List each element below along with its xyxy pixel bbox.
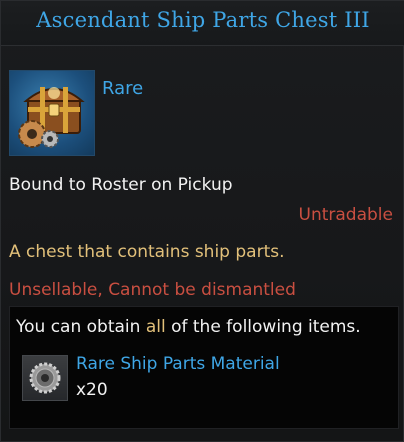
contents-intro-after: of the following items. [165,317,361,337]
reward-item-quantity: x20 [76,380,108,400]
restriction-separator: , [97,280,103,300]
rarity-label: Rare [102,78,144,99]
treasure-chest-icon [9,70,95,156]
item-title: Ascendant Ship Parts Chest III [36,8,370,32]
tooltip-header: Ascendant Ship Parts Chest III [1,1,404,46]
tradability-status: Untradable [298,205,393,225]
bound-status: Bound to Roster on Pickup [9,175,233,195]
item-tooltip: Ascendant Ship Parts Chest III Rare Boun… [0,0,404,442]
contents-intro-highlight: all [145,317,166,337]
reward-item-name: Rare Ship Parts Material [76,354,280,374]
cannot-dismantle-label: Cannot be dismantled [108,280,296,300]
contents-intro: You can obtain all of the following item… [16,317,361,337]
item-description: A chest that contains ship parts. [9,242,285,262]
item-restrictions: Unsellable, Cannot be dismantled [9,280,296,300]
gear-icon [22,355,68,401]
unsellable-label: Unsellable [9,280,98,300]
chest-contents-panel: You can obtain all of the following item… [9,306,399,429]
contents-intro-before: You can obtain [16,317,146,337]
